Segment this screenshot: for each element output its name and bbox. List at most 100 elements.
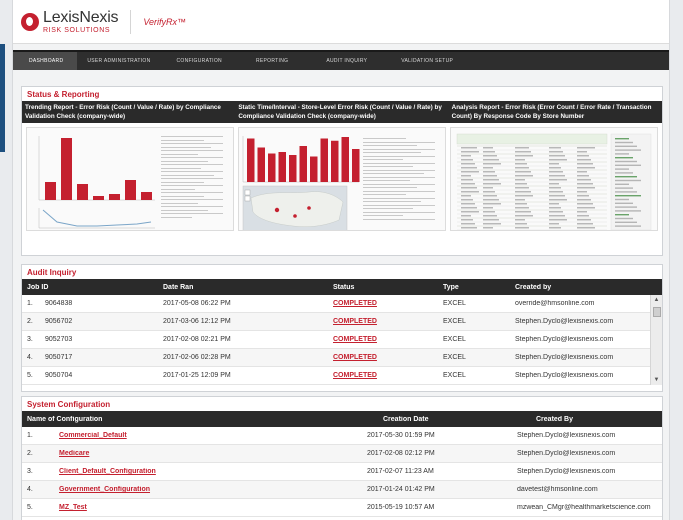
col-created-by[interactable]: Created by (510, 284, 650, 291)
thumbnail-cell (549, 175, 565, 177)
configuration-link[interactable]: Government_Configuration (54, 486, 362, 493)
thumbnail-filter-item (615, 149, 641, 151)
nav-reporting[interactable]: REPORTING (238, 52, 306, 70)
thumbnail-cell (577, 219, 591, 221)
thumbnail-bar (289, 155, 297, 182)
thumbnail-cell (461, 171, 479, 173)
scroll-up-icon[interactable]: ▲ (651, 295, 662, 305)
report-title-analysis[interactable]: Analysis Report - Error Risk (Error Coun… (449, 101, 662, 123)
thumbnail-cell (483, 151, 495, 153)
thumbnail-cell (515, 159, 525, 161)
col-date-ran[interactable]: Date Ran (158, 284, 328, 291)
col-config-created-by[interactable]: Created By (526, 416, 662, 423)
creation-date: 2015-05-19 10:57 AM (367, 504, 435, 511)
thumbnail-cell (577, 195, 589, 197)
table-row[interactable]: 3. 9052703 2017-02-08 02:21 PM COMPLETED… (22, 331, 662, 349)
created-by: Stephen.Dyclo@lexisnexis.com (515, 354, 614, 361)
configuration-link[interactable]: Medicare (54, 450, 362, 457)
thumbnail-filter-item (615, 202, 633, 204)
status-link[interactable]: COMPLETED (328, 354, 438, 361)
thumbnail-cell (549, 171, 563, 173)
thumbnail-bar (310, 156, 318, 182)
nav-dashboard[interactable]: DASHBOARD (13, 52, 78, 70)
main-nav: DASHBOARD USER ADMINISTRATION CONFIGURAT… (13, 50, 669, 70)
thumbnail-cell (577, 223, 593, 225)
job-id: 9050717 (45, 354, 73, 361)
created-by: Stephen.Dyclo@lexisnexis.com (515, 318, 614, 325)
table-row[interactable]: 1. 9064838 2017-05-08 06:22 PM COMPLETED… (22, 295, 662, 313)
thumbnail-cell (549, 195, 565, 197)
thumbnail-cell (577, 179, 591, 181)
table-row[interactable]: 1. Commercial_Default 2017-05-30 01:59 P… (22, 427, 662, 445)
analysis-report-thumbnail[interactable] (450, 127, 658, 231)
table-row[interactable]: 5. 9050704 2017-01-25 12:09 PM COMPLETED… (22, 367, 662, 385)
thumbnail-cell (549, 163, 559, 165)
configuration-link[interactable]: Client_Default_Configuration (54, 468, 362, 475)
status-link[interactable]: COMPLETED (328, 336, 438, 343)
thumbnail-cell (549, 147, 561, 149)
job-id: 9056702 (45, 318, 73, 325)
thumbnail-filter-item (615, 195, 641, 197)
thumbnail-cell (577, 183, 593, 185)
configuration-link[interactable]: MZ_Test (54, 504, 362, 511)
status-link[interactable]: COMPLETED (328, 372, 438, 379)
thumbnail-cell (577, 199, 591, 201)
thumbnail-bar (278, 152, 286, 182)
thumbnail-cell (461, 147, 477, 149)
col-status[interactable]: Status (328, 284, 438, 291)
thumbnail-filter-item (615, 160, 637, 163)
status-link[interactable]: COMPLETED (328, 300, 438, 307)
thumbnail-cell (515, 219, 525, 221)
thumbnail-cell (461, 199, 473, 201)
audit-scrollbar[interactable]: ▲ ▼ (650, 295, 662, 385)
product-name: VerifyRx™ (143, 16, 187, 27)
thumbnail-bar (125, 180, 136, 200)
date-ran: 2017-01-25 12:09 PM (163, 372, 231, 379)
nav-configuration[interactable]: CONFIGURATION (161, 52, 238, 70)
table-row[interactable]: 2. 9056702 2017-03-06 12:12 PM COMPLETED… (22, 313, 662, 331)
thumbnail-filter-item (615, 221, 637, 223)
col-creation-date[interactable]: Creation Date (378, 416, 526, 423)
lexisnexis-logo[interactable]: LexisNexis RISK SOLUTIONS (21, 9, 119, 34)
table-row[interactable]: 4. 9050717 2017-02-06 02:28 PM COMPLETED… (22, 349, 662, 367)
nav-audit-inquiry[interactable]: AUDIT INQUIRY (306, 52, 387, 70)
thumbnail-cell (483, 159, 499, 161)
thumbnail-filter-item (615, 176, 637, 178)
static-report-thumbnail[interactable] (238, 127, 446, 231)
table-row[interactable]: 4. Government_Configuration 2017-01-24 0… (22, 481, 662, 499)
table-row[interactable]: 3. Client_Default_Configuration 2017-02-… (22, 463, 662, 481)
created-by: override@hmsonline.com (515, 300, 595, 307)
system-configuration-panel: System Configuration Name of Configurati… (21, 396, 663, 520)
thumbnail-cell (515, 167, 529, 169)
type: EXCEL (443, 300, 466, 307)
scroll-thumb[interactable] (652, 307, 661, 317)
thumbnail-cell (549, 155, 565, 157)
table-row[interactable]: 2. Medicare 2017-02-08 02:12 PM Stephen.… (22, 445, 662, 463)
app-header: LexisNexis RISK SOLUTIONS VerifyRx™ (13, 0, 669, 44)
thumbnail-cell (483, 175, 497, 177)
thumbnail-cell (549, 187, 561, 189)
nav-validation-setup[interactable]: VALIDATION SETUP (387, 52, 467, 70)
thumbnail-cell (577, 203, 593, 205)
trending-report-thumbnail[interactable] (26, 127, 234, 231)
thumbnail-cell (515, 215, 533, 217)
nav-user-administration[interactable]: USER ADMINISTRATION (77, 52, 160, 70)
report-title-static[interactable]: Static Time/Interval - Store-Level Error… (235, 101, 448, 123)
col-name-of-configuration[interactable]: Name of Configuration (22, 416, 378, 423)
status-link[interactable]: COMPLETED (328, 318, 438, 325)
thumbnail-cell (515, 163, 527, 165)
thumbnail-cell (577, 187, 595, 189)
trending-legend-list (161, 136, 223, 218)
table-row[interactable]: 5. MZ_Test 2015-05-19 10:57 AM mzwean_CM… (22, 499, 662, 517)
thumbnail-filter-item (615, 187, 633, 189)
report-titles-bar: Trending Report - Error Risk (Count / Va… (22, 101, 662, 123)
configuration-link[interactable]: Commercial_Default (54, 432, 362, 439)
thumbnail-cell (577, 227, 595, 229)
report-title-trending[interactable]: Trending Report - Error Risk (Count / Va… (22, 101, 235, 123)
col-job-id[interactable]: Job ID (22, 284, 158, 291)
static-legend-list (363, 138, 435, 220)
col-type[interactable]: Type (438, 284, 510, 291)
scroll-down-icon[interactable]: ▼ (651, 375, 662, 385)
thumbnail-cell (461, 163, 475, 165)
system-configuration-title: System Configuration (27, 400, 111, 409)
